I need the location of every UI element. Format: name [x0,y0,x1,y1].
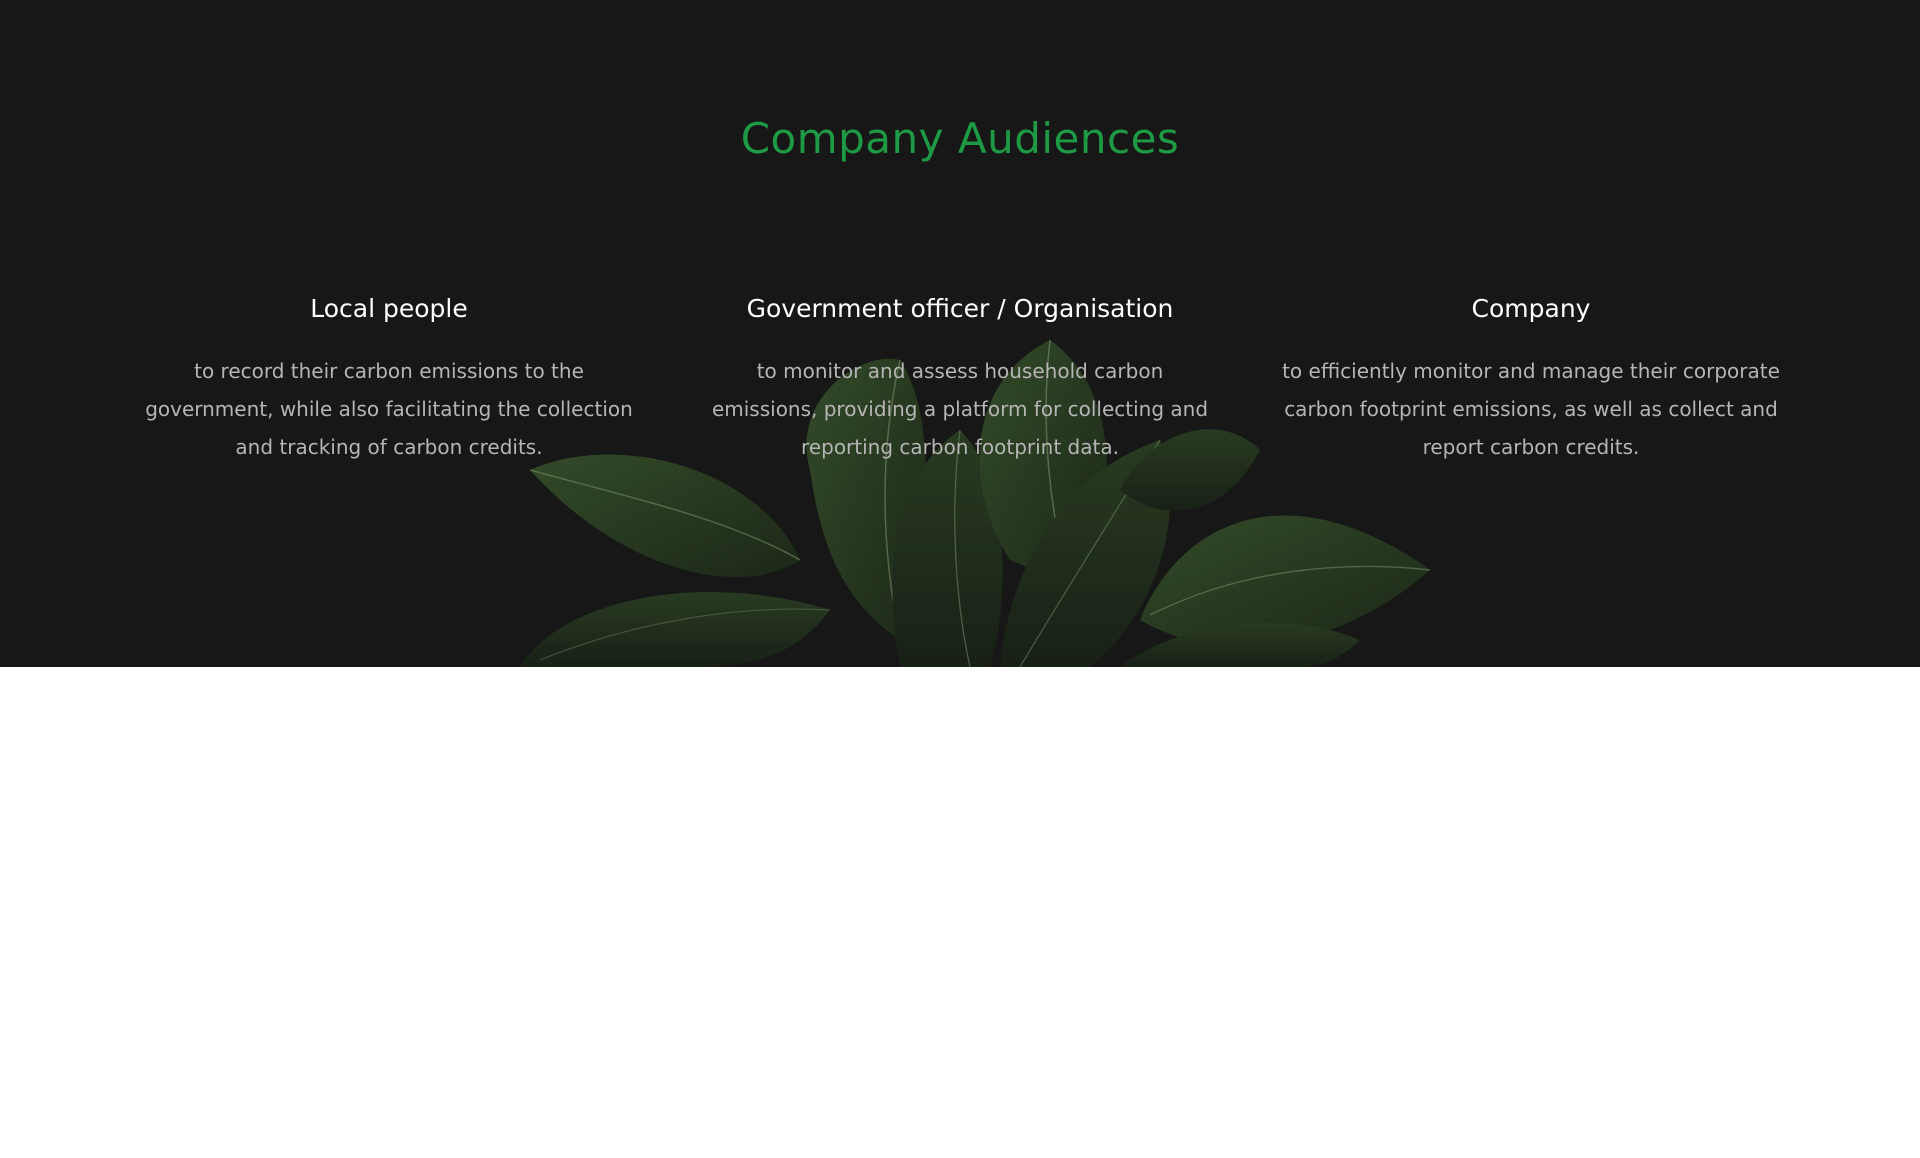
audience-card-local-people: Local people to record their carbon emis… [104,288,675,466]
audience-title: Government officer / Organisation [746,294,1174,323]
audience-title: Company [1471,294,1591,323]
audience-description: to efficiently monitor and manage their … [1282,359,1780,459]
audience-description: to monitor and assess household carbon e… [711,359,1209,459]
audience-card-government: Government officer / Organisation to mon… [675,288,1246,466]
company-audiences-section: Company Audiences Local people to record… [0,0,1920,667]
audience-columns: Local people to record their carbon emis… [0,288,1920,466]
audience-description: to record their carbon emissions to the … [145,359,633,459]
blank-content-area [0,667,1920,1158]
audience-card-company: Company to efficiently monitor and manag… [1246,288,1817,466]
audience-title: Local people [310,294,468,323]
section-title: Company Audiences [740,114,1180,163]
